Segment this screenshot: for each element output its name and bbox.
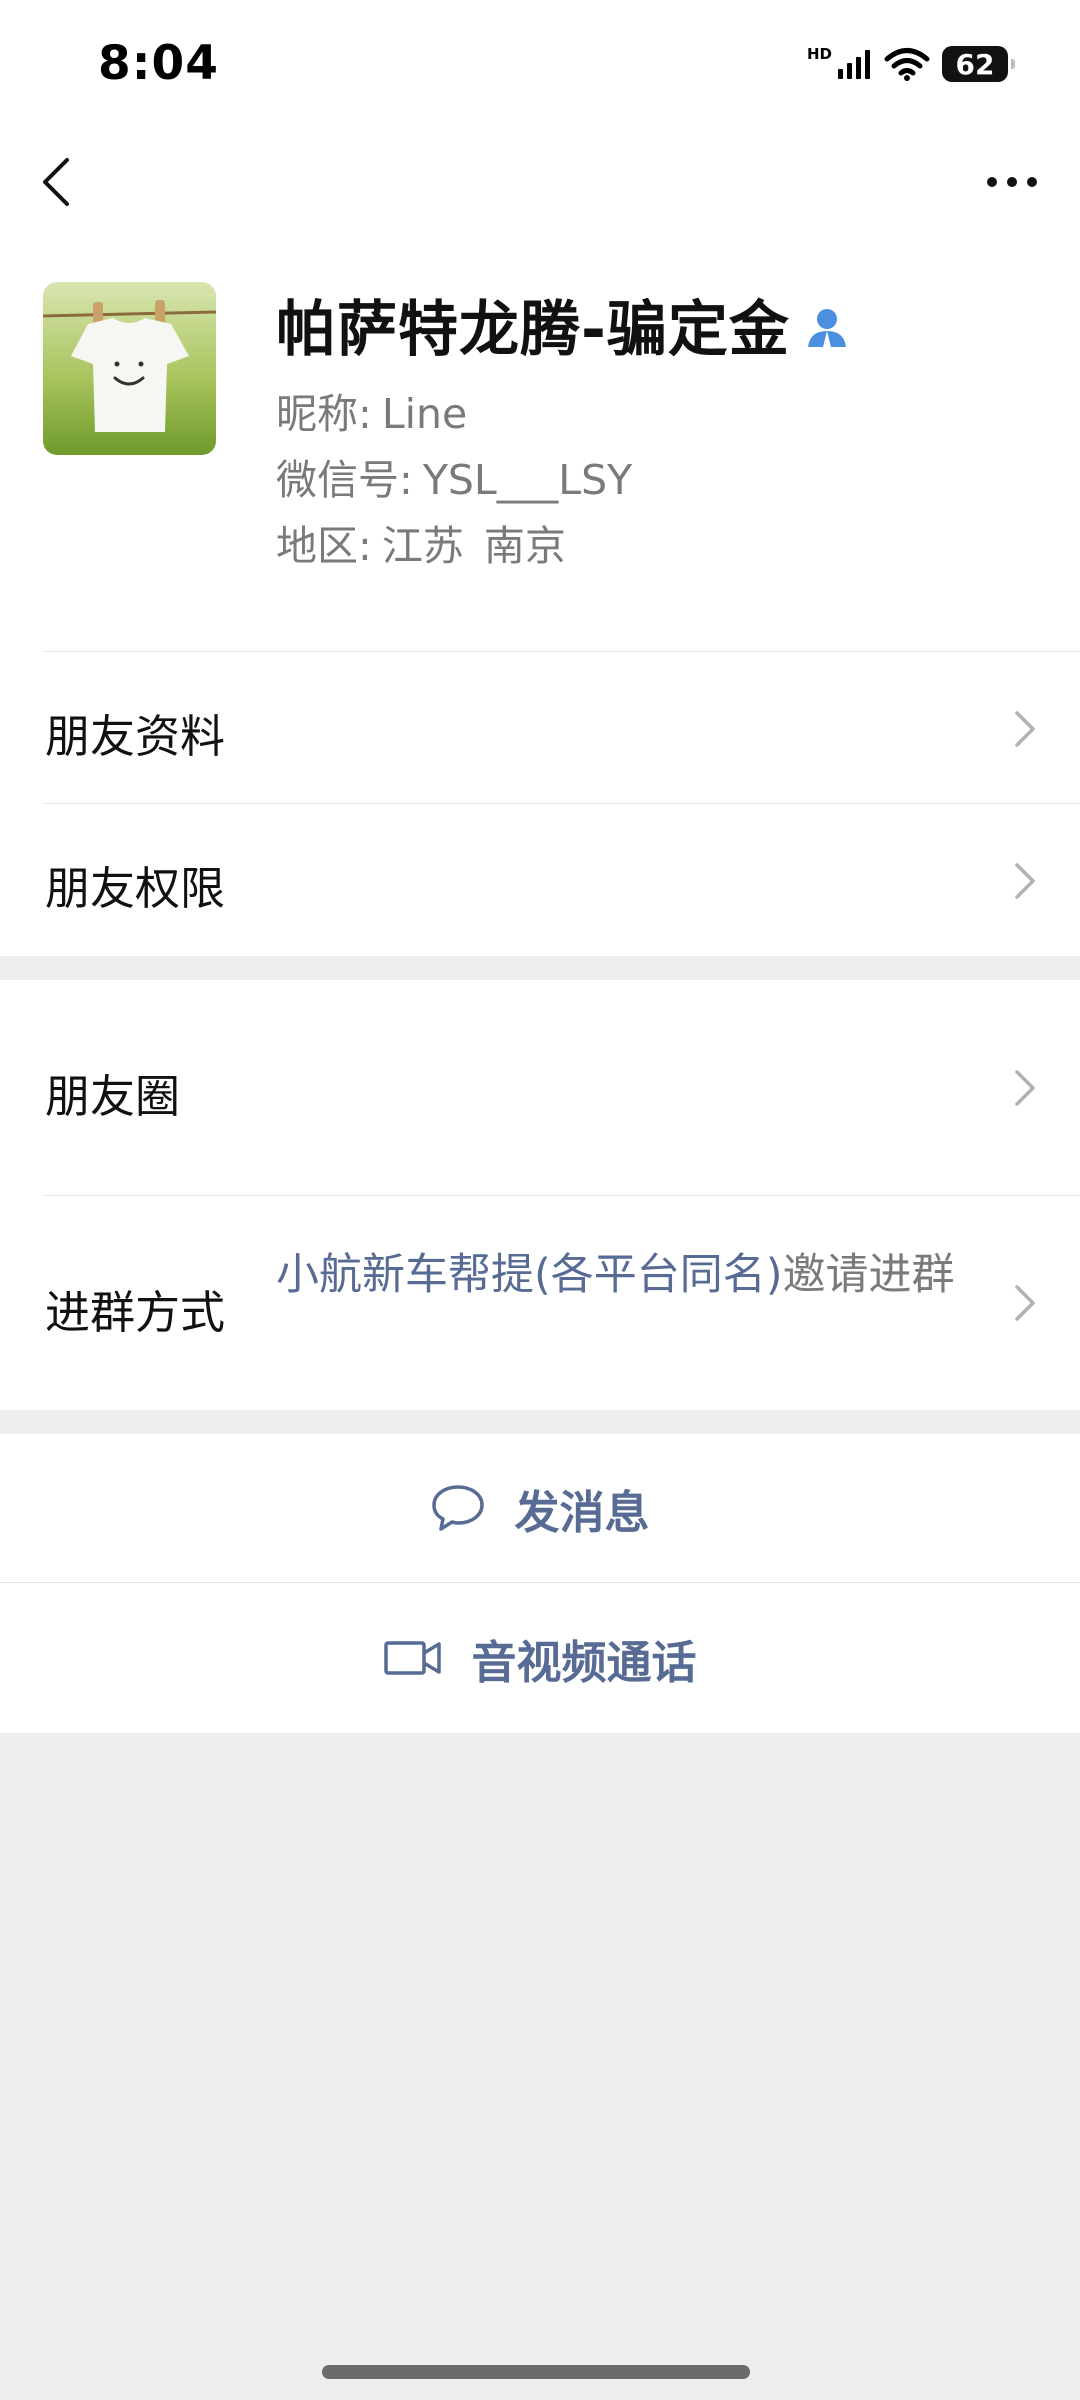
friend-info-label: 朋友资料 <box>45 710 226 763</box>
send-message-button[interactable]: 发消息 <box>0 1434 1080 1582</box>
friend-permissions-label: 朋友权限 <box>45 862 226 915</box>
status-bar: 8:04 HD 62 <box>0 0 1080 130</box>
inviter-link[interactable]: 小航新车帮提(各平台同名) <box>276 1250 783 1300</box>
video-camera-icon <box>384 1641 442 1675</box>
chevron-right-icon <box>1015 1070 1035 1106</box>
more-button[interactable] <box>964 150 1060 214</box>
region-label: 地区: <box>276 522 372 570</box>
wifi-icon <box>884 48 930 81</box>
profile-header: 帕萨特龙腾-骗定金 昵称: Line 微信号: YSL___LSY 地区: 江苏 南京 <box>0 240 1080 652</box>
nickname-label: 昵称: <box>276 390 372 438</box>
display-name: 帕萨特龙腾-骗定金 <box>276 294 790 365</box>
chevron-left-icon <box>43 158 69 206</box>
more-dots-icon <box>987 177 1037 187</box>
join-group-value: 小航新车帮提(各平台同名)邀请进群 <box>276 1242 976 1308</box>
nickname-value: Line <box>381 390 468 438</box>
wechat-id-line: 微信号: YSL___LSY <box>276 446 632 506</box>
video-call-label: 音视频通话 <box>471 1635 697 1689</box>
region-line: 地区: 江苏 南京 <box>276 512 566 572</box>
home-indicator[interactable] <box>322 2365 750 2379</box>
person-icon <box>807 309 846 347</box>
chat-bubble-icon <box>432 1485 485 1531</box>
avatar[interactable] <box>43 282 216 455</box>
battery-icon: 62 <box>942 46 1015 82</box>
status-icons: HD 62 <box>806 44 1015 84</box>
wechat-id-value[interactable]: YSL___LSY <box>423 456 632 504</box>
nickname-line: 昵称: Line <box>276 380 467 440</box>
nav-bar <box>0 130 1080 240</box>
join-group-label: 进群方式 <box>45 1286 226 1339</box>
back-button[interactable] <box>24 142 88 222</box>
friend-info-row[interactable]: 朋友资料 <box>0 652 1080 804</box>
signal-icon <box>838 50 870 79</box>
chevron-right-icon <box>1015 1285 1035 1321</box>
join-group-row[interactable]: 进群方式 小航新车帮提(各平台同名)邀请进群 <box>0 1196 1080 1410</box>
status-time: 8:04 <box>98 36 219 91</box>
network-type-label: HD <box>806 45 832 63</box>
region-province: 江苏 <box>381 522 464 570</box>
join-group-suffix: 邀请进群 <box>782 1250 955 1300</box>
wechat-id-label: 微信号: <box>276 456 413 504</box>
video-call-button[interactable]: 音视频通话 <box>0 1583 1080 1733</box>
moments-row[interactable]: 朋友圈 <box>0 980 1080 1196</box>
friend-permissions-row[interactable]: 朋友权限 <box>0 804 1080 956</box>
moments-label: 朋友圈 <box>45 1070 181 1123</box>
avatar-image <box>43 282 216 455</box>
region-city: 南京 <box>483 522 566 570</box>
display-name-row: 帕萨特龙腾-骗定金 <box>276 284 848 365</box>
send-message-label: 发消息 <box>514 1485 650 1539</box>
chevron-right-icon <box>1015 863 1035 899</box>
chevron-right-icon <box>1015 711 1035 747</box>
